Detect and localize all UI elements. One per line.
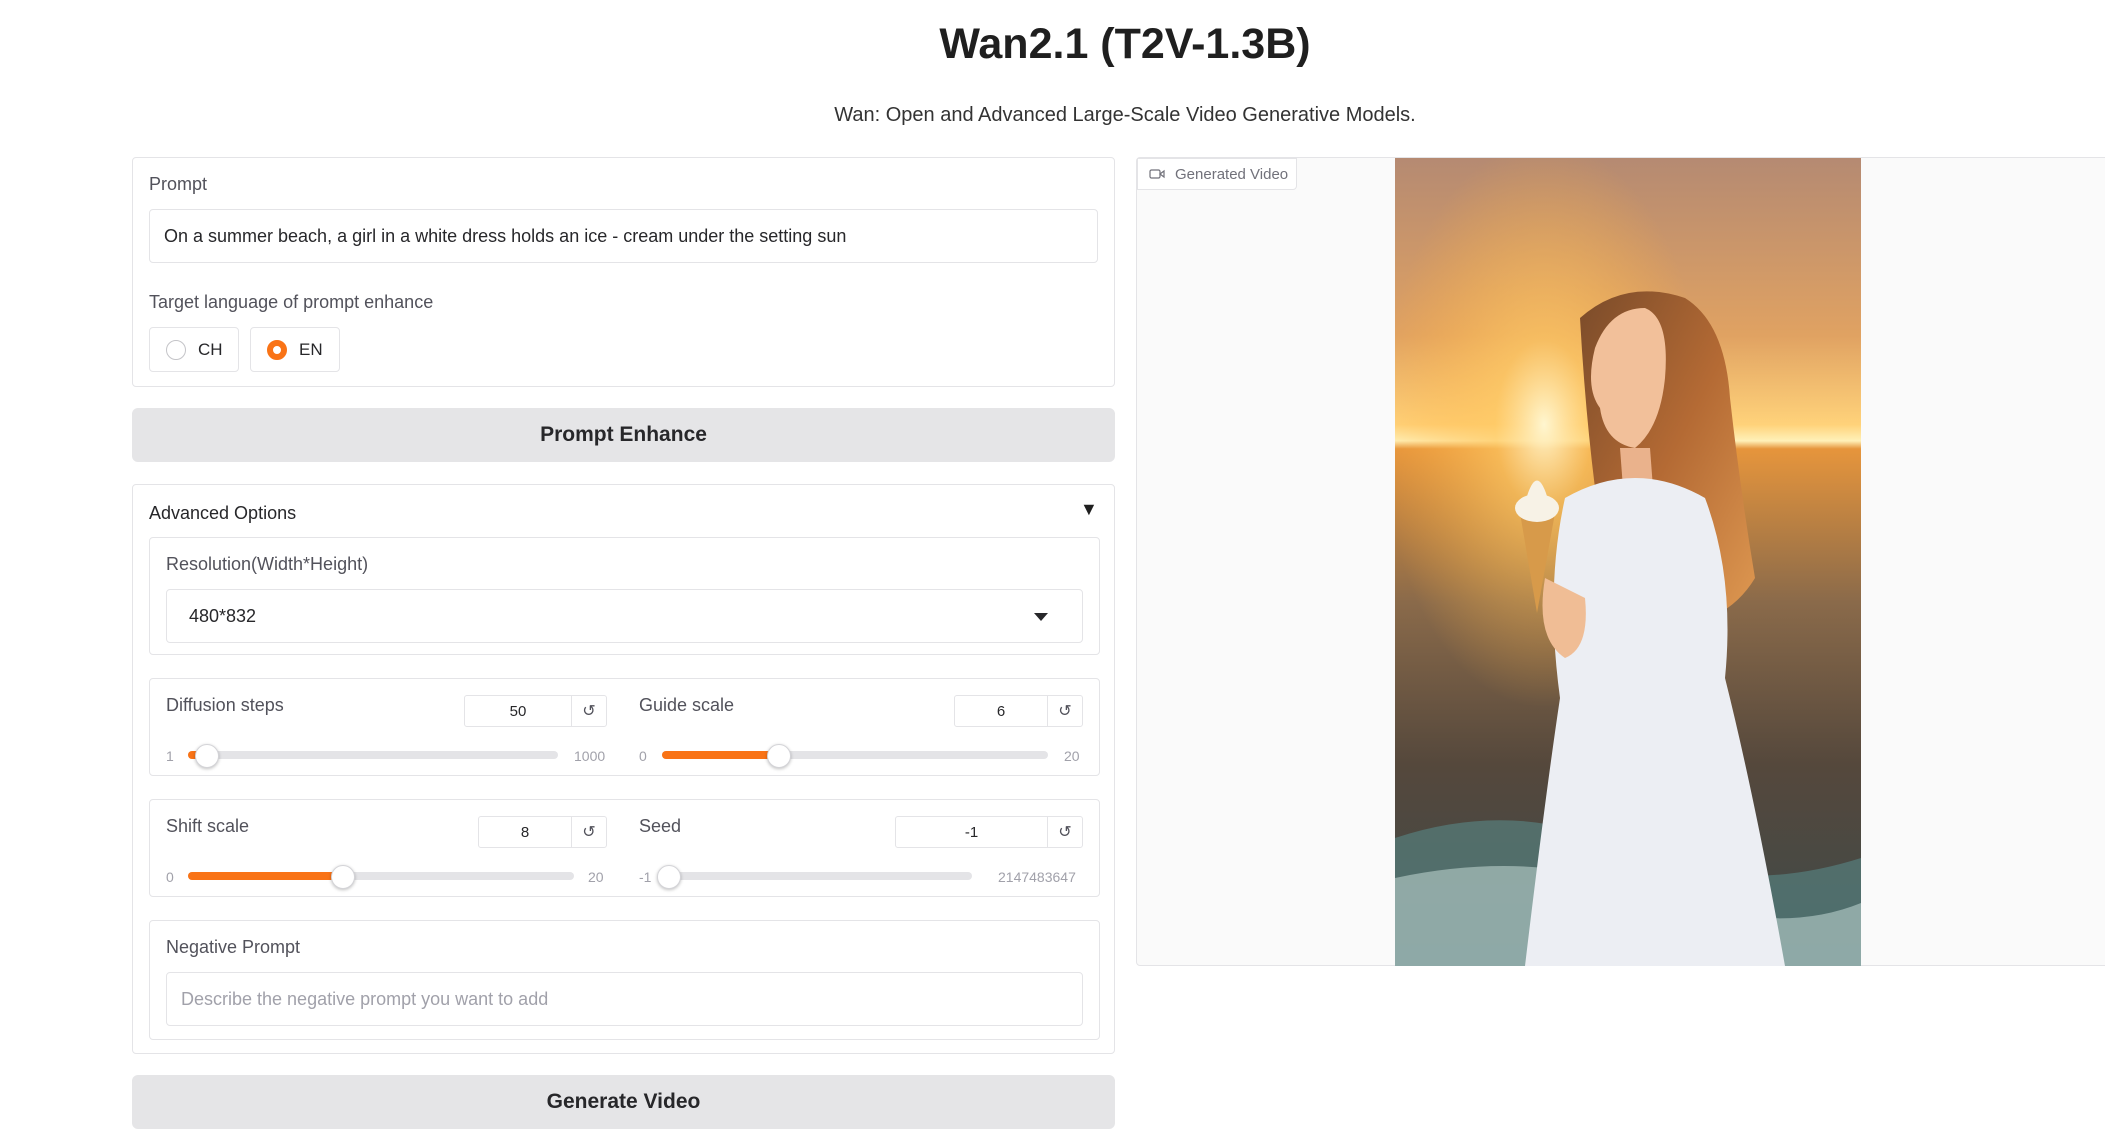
prompt-card: Prompt On a summer beach, a girl in a wh… [132,157,1115,387]
shift-scale-label: Shift scale [166,816,250,836]
prompt-enhance-button[interactable]: Prompt Enhance [132,408,1115,462]
shift-scale-value: 8 [520,823,530,841]
diffusion-steps-label: Diffusion steps [166,695,284,715]
radio-en-label: EN [299,339,323,359]
guide-scale-min: 0 [639,748,647,764]
video-thumbnail [1395,158,1861,966]
guide-scale-input[interactable]: 6 ↺ [954,695,1083,727]
resolution-label: Resolution(Width*Height) [166,554,369,574]
guide-scale-label: Guide scale [639,695,735,715]
prompt-label: Prompt [149,174,208,194]
radio-ch-label: CH [198,339,223,359]
radio-en[interactable]: EN [250,327,340,372]
steps-guide-block: Diffusion steps 50 ↺ 1 1000 Guide scale … [149,678,1100,776]
prompt-input[interactable]: On a summer beach, a girl in a white dre… [149,209,1098,263]
seed-value: -1 [964,823,979,841]
generated-video-frame[interactable] [1395,158,1861,966]
negative-prompt-input[interactable]: Describe the negative prompt you want to… [166,972,1083,1026]
seed-label: Seed [639,816,682,836]
resolution-select[interactable]: 480*832 [166,589,1083,643]
shift-scale-min: 0 [166,869,174,885]
diffusion-steps-value: 50 [509,702,527,720]
seed-slider[interactable] [657,865,972,889]
guide-scale-value: 6 [996,702,1006,720]
reset-icon[interactable]: ↺ [1047,696,1082,726]
shift-scale-handle[interactable] [331,865,356,889]
diffusion-steps-handle[interactable] [195,744,220,768]
diffusion-steps-slider[interactable] [188,744,558,768]
negative-prompt-label: Negative Prompt [166,937,301,957]
shift-scale-input[interactable]: 8 ↺ [478,816,607,848]
reset-icon[interactable]: ↺ [571,696,606,726]
shift-seed-block: Shift scale 8 ↺ 0 20 Seed -1 ↺ -1 214748… [149,799,1100,897]
shift-scale-slider[interactable] [188,865,574,889]
video-camera-icon [1149,169,1165,179]
generated-video-panel: Generated Video [1136,157,2105,966]
diffusion-steps-min: 1 [166,748,174,764]
language-label: Target language of prompt enhance [149,292,434,312]
advanced-options-card: Advanced Options ▼ Resolution(Width*Heig… [132,484,1115,1054]
generate-video-button[interactable]: Generate Video [132,1075,1115,1129]
radio-en-indicator [267,339,287,360]
resolution-block: Resolution(Width*Height) 480*832 [149,537,1100,655]
page-title: Wan2.1 (T2V-1.3B) [939,20,1311,68]
generated-video-tag: Generated Video [1137,158,1297,190]
reset-icon[interactable]: ↺ [1047,817,1082,847]
reset-icon[interactable]: ↺ [571,817,606,847]
advanced-options-label[interactable]: Advanced Options [149,503,296,524]
guide-scale-max: 20 [1064,748,1080,764]
resolution-value: 480*832 [189,605,257,626]
seed-min: -1 [639,869,652,885]
seed-max: 2147483647 [998,869,1076,885]
seed-input[interactable]: -1 ↺ [895,816,1083,848]
guide-scale-slider[interactable] [662,744,1048,768]
generated-video-label: Generated Video [1175,165,1289,183]
shift-scale-fill [188,872,343,880]
seed-handle[interactable] [657,865,681,889]
diffusion-steps-input[interactable]: 50 ↺ [464,695,607,727]
chevron-down-icon[interactable]: ▼ [1080,499,1098,520]
guide-scale-fill [662,751,778,759]
negative-prompt-block: Negative Prompt Describe the negative pr… [149,920,1100,1040]
diffusion-steps-max: 1000 [574,748,606,764]
guide-scale-handle[interactable] [766,744,791,768]
radio-ch[interactable]: CH [149,327,239,372]
radio-ch-indicator [166,339,186,360]
dropdown-arrow-icon [1034,613,1048,621]
shift-scale-max: 20 [588,869,604,885]
page-subtitle: Wan: Open and Advanced Large-Scale Video… [834,104,1416,126]
